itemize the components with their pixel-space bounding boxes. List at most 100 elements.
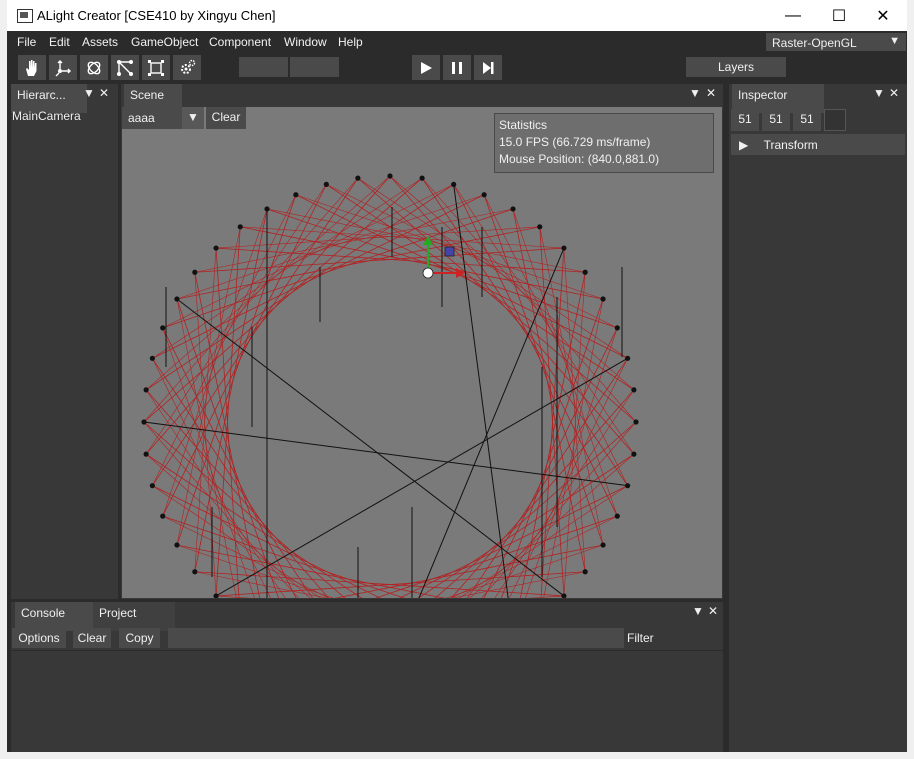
hierarchy-panel: Hierarc... ▼ ✕ MainCamera — [11, 84, 118, 599]
minimize-button[interactable]: — — [770, 0, 816, 31]
chord-line — [453, 184, 509, 598]
bead-point — [143, 451, 149, 457]
console-clear-button[interactable]: Clear — [73, 628, 111, 648]
layers-button[interactable]: Layers — [686, 57, 786, 77]
panel-menu-icon[interactable]: ▼ — [692, 604, 704, 618]
step-button[interactable] — [474, 55, 502, 80]
hand-tool-icon[interactable] — [18, 55, 46, 80]
play-button[interactable] — [412, 55, 440, 80]
string-line — [152, 358, 314, 598]
transform-header[interactable]: ▶ Transform — [731, 134, 905, 155]
maximize-button[interactable]: ☐ — [816, 0, 862, 31]
string-line — [176, 298, 237, 598]
bead-point — [614, 325, 620, 331]
menu-help[interactable]: Help — [338, 35, 363, 49]
string-line — [539, 226, 565, 596]
string-line — [563, 272, 586, 596]
scene-select-value: aaaa — [128, 111, 155, 125]
inspector-panel: Inspector ▼ ✕ 51 51 51 ▶ Transform — [729, 84, 907, 752]
console-panel: Console Project ▼ ✕ Options Clear Copy F… — [11, 602, 723, 752]
string-line — [543, 298, 604, 598]
scene-render — [141, 173, 639, 598]
bead-point — [213, 245, 219, 251]
rotate-tool-icon[interactable] — [80, 55, 108, 80]
tab-console[interactable]: Console — [15, 602, 99, 631]
scene-select-dropdown[interactable]: aaaa ▼ — [122, 107, 204, 129]
console-filter-input[interactable] — [168, 628, 624, 648]
bead-point — [237, 224, 243, 230]
string-line — [194, 571, 564, 597]
console-copy-button[interactable]: Copy — [119, 628, 160, 648]
panel-menu-icon[interactable]: ▼ — [689, 86, 701, 100]
bead-point — [323, 181, 329, 187]
menu-gameobject[interactable]: GameObject — [131, 35, 198, 49]
menu-edit[interactable]: Edit — [49, 35, 70, 49]
panel-menu-icon[interactable]: ▼ — [83, 86, 95, 100]
toolbar-blank-button-2[interactable] — [290, 57, 339, 77]
bead-point — [174, 296, 180, 302]
menu-file[interactable]: File — [17, 35, 36, 49]
string-line — [357, 177, 628, 359]
window-title: ALight Creator [CSE410 by Xingyu Chen] — [37, 8, 276, 23]
bead-point — [631, 451, 637, 457]
string-line — [240, 226, 564, 249]
string-line — [215, 226, 241, 596]
scene-clear-button[interactable]: Clear — [206, 107, 246, 129]
renderer-dropdown[interactable]: Raster-OpenGL ▼ — [766, 33, 906, 51]
string-line — [194, 247, 564, 273]
chevron-down-icon: ▼ — [889, 35, 900, 47]
tab-project[interactable]: Project — [93, 602, 175, 631]
pause-button[interactable] — [443, 55, 471, 80]
scene-viewport[interactable]: aaaa ▼ Clear Statistics 15.0 FPS (66.729… — [122, 107, 722, 598]
bead-point — [600, 542, 606, 548]
bead-point — [264, 206, 270, 212]
panel-close-icon[interactable]: ✕ — [706, 86, 716, 100]
console-options-button[interactable]: Options — [12, 628, 66, 648]
bead-point — [174, 542, 180, 548]
string-line — [483, 194, 628, 486]
color-b-field[interactable]: 51 — [793, 109, 821, 131]
toolbar-blank-button-1[interactable] — [239, 57, 288, 77]
expand-arrow-icon: ▶ — [739, 138, 749, 152]
color-g-field[interactable]: 51 — [762, 109, 790, 131]
chord-line — [176, 298, 565, 597]
bead-point — [582, 269, 588, 275]
string-line — [152, 194, 297, 486]
console-divider — [11, 650, 723, 651]
string-line — [563, 248, 586, 572]
bead-point — [561, 245, 567, 251]
move-tool-icon[interactable] — [49, 55, 77, 80]
menu-window[interactable]: Window — [284, 35, 327, 49]
bead-point — [192, 569, 198, 575]
menu-assets[interactable]: Assets — [82, 35, 118, 49]
main-window: File Edit Assets GameObject Component Wi… — [7, 31, 907, 752]
filter-label: Filter — [627, 631, 654, 645]
string-line — [162, 327, 297, 598]
title-bar: ALight Creator [CSE410 by Xingyu Chen] —… — [7, 0, 907, 31]
stats-fps: 15.0 FPS (66.729 ms/frame) — [499, 135, 651, 149]
color-swatch[interactable] — [824, 109, 846, 131]
transform-label: Transform — [763, 138, 818, 152]
bead-point — [160, 325, 166, 331]
menu-component[interactable]: Component — [209, 35, 271, 49]
panel-menu-icon[interactable]: ▼ — [873, 86, 885, 100]
stats-mouse-position: Mouse Position: (840.0,881.0) — [499, 152, 660, 166]
scale-tool-icon[interactable] — [111, 55, 139, 80]
bead-point — [614, 513, 620, 519]
bead-point — [625, 483, 631, 489]
panel-close-icon[interactable]: ✕ — [889, 86, 899, 100]
bead-point — [160, 513, 166, 519]
color-r-field[interactable]: 51 — [731, 109, 759, 131]
close-button[interactable]: ✕ — [860, 0, 906, 31]
panel-close-icon[interactable]: ✕ — [708, 604, 718, 618]
bead-point — [419, 175, 425, 181]
string-line — [145, 184, 327, 455]
hierarchy-item-maincamera[interactable]: MainCamera — [12, 109, 81, 123]
bead-point — [141, 419, 147, 425]
menu-bar: File Edit Assets GameObject Component Wi… — [7, 31, 907, 53]
panel-close-icon[interactable]: ✕ — [99, 86, 109, 100]
rect-tool-icon[interactable] — [142, 55, 170, 80]
bead-point — [537, 224, 543, 230]
settings-tool-icon[interactable] — [173, 55, 201, 80]
scene-panel: Scene ▼ ✕ aaaa ▼ Clear Statistics 15.0 F… — [121, 84, 723, 599]
